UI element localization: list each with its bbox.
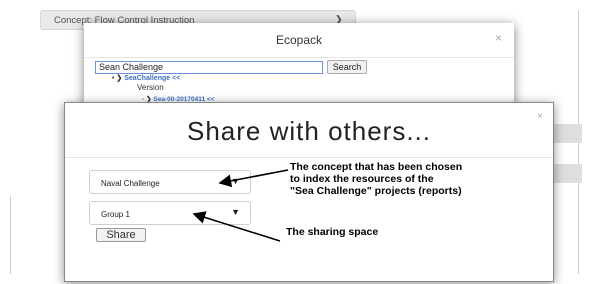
annotation-line: The concept that has been chosen: [290, 161, 463, 173]
annotation-arrow: [218, 169, 289, 188]
annotation-line: to index the resources of the: [290, 173, 434, 185]
annotation-arrows: [192, 169, 289, 242]
annotation-line: "Sea Challenge" projects (reports): [290, 185, 462, 197]
annotation-arrow: [192, 211, 281, 242]
annotation-concept: The concept that has been chosen to inde…: [290, 161, 540, 197]
annotation-sharing-space: The sharing space: [286, 226, 379, 238]
